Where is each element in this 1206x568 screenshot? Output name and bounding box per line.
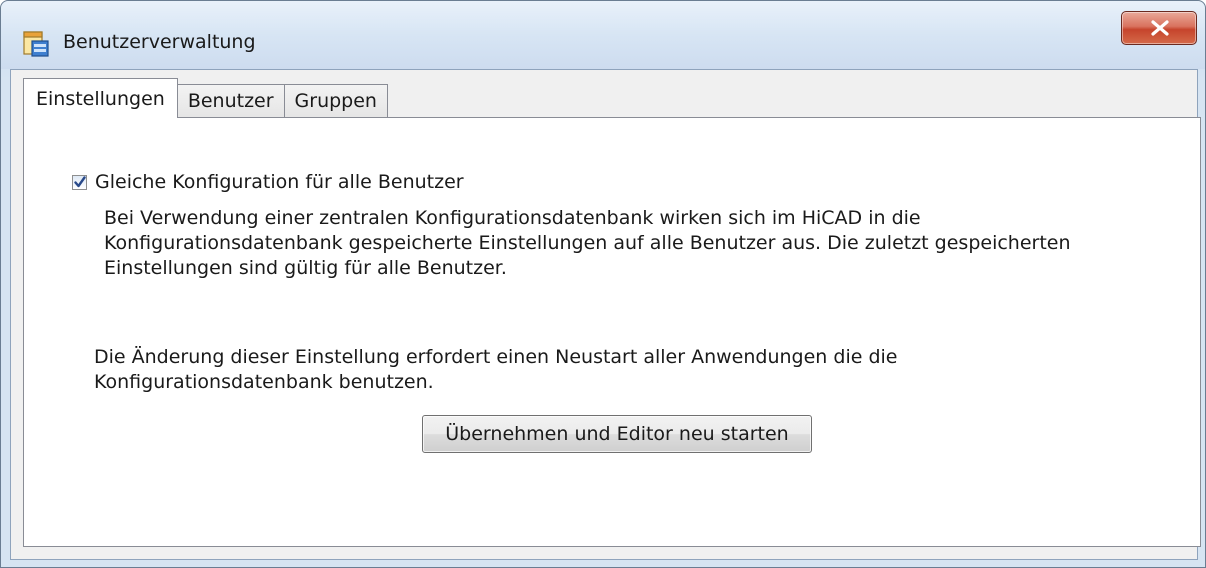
description-line: Bei Verwendung einer zentralen Konfigura… — [104, 207, 921, 229]
close-button[interactable] — [1121, 11, 1197, 45]
note-line: Konfigurationsdatenbank benutzen. — [94, 371, 434, 393]
restart-note: Die Änderung dieser Einstellung erforder… — [94, 345, 1174, 395]
apply-and-restart-button[interactable]: Übernehmen und Editor neu starten — [422, 415, 812, 453]
tab-gruppen[interactable]: Gruppen — [283, 84, 388, 118]
description-line: Konfigurationsdatenbank gespeicherte Ein… — [104, 232, 1071, 254]
close-icon — [1151, 20, 1169, 36]
description-line: Einstellungen sind gültig für alle Benut… — [104, 257, 507, 279]
tab-einstellungen[interactable]: Einstellungen — [23, 78, 178, 118]
same-config-label: Gleiche Konfiguration für alle Benutzer — [95, 171, 464, 193]
same-config-description: Bei Verwendung einer zentralen Konfigura… — [104, 206, 1184, 281]
same-config-option[interactable]: Gleiche Konfiguration für alle Benutzer — [72, 171, 464, 193]
dialog-window: Benutzerverwaltung Einstellungen Benutze… — [0, 0, 1206, 568]
tab-benutzer[interactable]: Benutzer — [176, 84, 285, 118]
checkmark-icon — [74, 175, 86, 187]
same-config-checkbox[interactable] — [72, 174, 87, 190]
tab-panel-einstellungen: Gleiche Konfiguration für alle Benutzer … — [23, 117, 1201, 547]
dialog-client-area: Einstellungen Benutzer Gruppen Gleiche K… — [10, 69, 1201, 560]
title-bar[interactable]: Benutzerverwaltung — [1, 1, 1205, 69]
app-window-icon — [23, 29, 49, 57]
note-line: Die Änderung dieser Einstellung erforder… — [94, 346, 898, 368]
window-title: Benutzerverwaltung — [63, 31, 256, 53]
tab-strip: Einstellungen Benutzer Gruppen — [23, 78, 388, 118]
